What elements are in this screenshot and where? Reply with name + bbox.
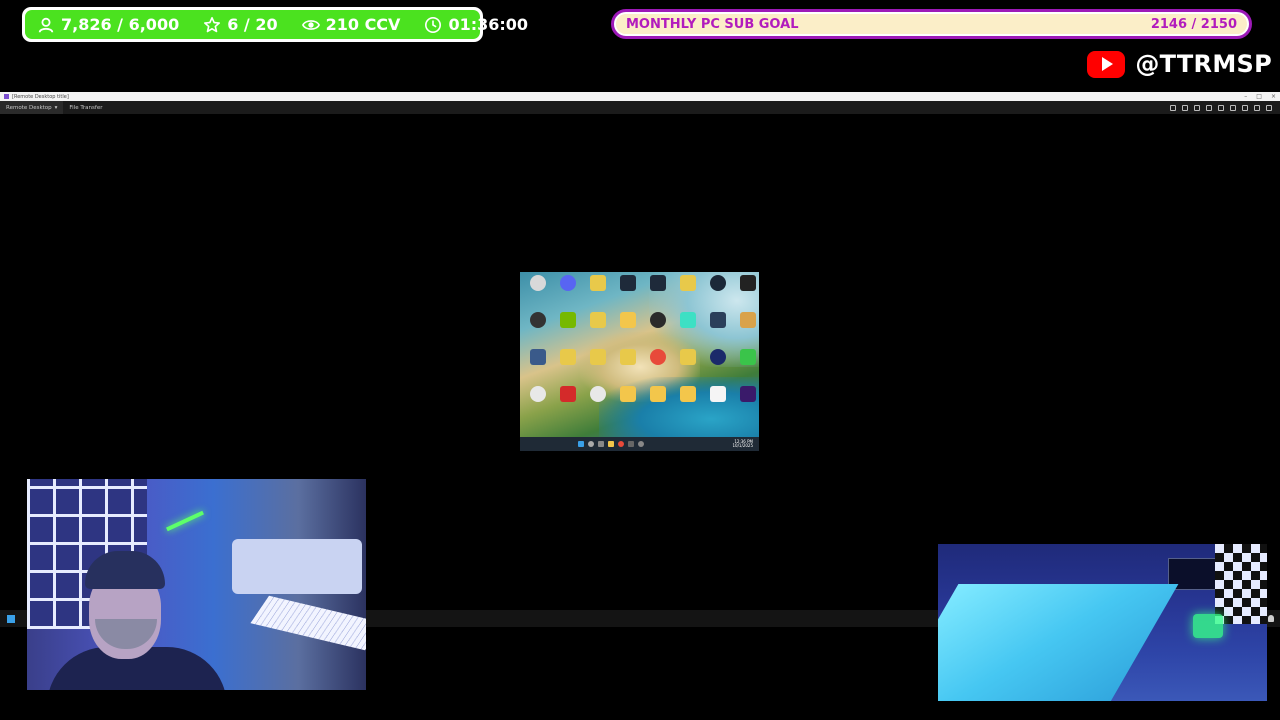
desktop-icon[interactable] <box>643 386 673 423</box>
streamer-webcam <box>27 479 366 690</box>
desktop-icon[interactable] <box>583 349 613 386</box>
app-icon <box>4 94 9 99</box>
more-icon[interactable] <box>1266 104 1272 111</box>
desktop-icon[interactable] <box>733 386 759 423</box>
settings-icon[interactable] <box>1170 104 1176 111</box>
desktop-icon[interactable] <box>613 349 643 386</box>
goal-count: 2146 / 2150 <box>1150 16 1237 32</box>
desktop-icon[interactable] <box>553 386 583 423</box>
youtube-icon <box>1087 50 1126 78</box>
remote-window-titlebar: [Remote Desktop title] – □ × <box>0 92 1280 101</box>
remote-window-title: [Remote Desktop title] <box>12 93 69 100</box>
fullscreen-icon[interactable] <box>1254 104 1260 111</box>
tab-file-transfer[interactable]: File Transfer <box>63 101 108 114</box>
desktop-icon[interactable] <box>703 386 733 423</box>
desktop-icon[interactable] <box>523 312 553 349</box>
youtube-handle-badge: @TTRMSP <box>1087 50 1272 78</box>
viewers-stat: 210 CCV <box>290 10 413 39</box>
app-icon[interactable] <box>628 441 634 447</box>
desktop-icon[interactable] <box>673 275 703 312</box>
clock-icon <box>425 16 442 33</box>
stream-overlay: 7,826 / 6,000 6 / 20 210 CCV 01:36:00 MO… <box>0 0 1280 720</box>
desktop-icon[interactable] <box>703 275 733 312</box>
taskview-icon[interactable] <box>598 441 604 447</box>
desktop-icon[interactable] <box>553 275 583 312</box>
desktop-icon[interactable] <box>673 386 703 423</box>
room-camera <box>938 544 1267 701</box>
desktop-icon[interactable] <box>553 312 583 349</box>
uptime-stat: 01:36:00 <box>412 10 540 39</box>
desktop-icon[interactable] <box>673 349 703 386</box>
subs-count: 6 / 20 <box>227 15 278 34</box>
taskbar-date: 10/1/2025 <box>732 443 753 448</box>
uptime-timer: 01:36:00 <box>448 15 529 34</box>
desktop-icon[interactable] <box>643 312 673 349</box>
start-icon[interactable] <box>578 441 584 447</box>
view-icon[interactable] <box>1182 104 1188 111</box>
desktop-icon[interactable] <box>553 349 583 386</box>
desktop-icon[interactable] <box>613 386 643 423</box>
desktop-icon[interactable] <box>583 386 613 423</box>
desktop-icon[interactable] <box>703 312 733 349</box>
desktop-icon[interactable] <box>523 275 553 312</box>
sub-goal-bar: MONTHLY PC SUB GOAL 2146 / 2150 <box>611 9 1252 39</box>
search-icon[interactable] <box>588 441 594 447</box>
remote-toolbar-actions <box>1170 104 1280 111</box>
chevron-down-icon: ▾ <box>54 104 58 111</box>
chrome-icon[interactable] <box>618 441 624 447</box>
goal-label: MONTHLY PC SUB GOAL <box>626 16 799 32</box>
desktop-icon[interactable] <box>613 312 643 349</box>
desktop-icon[interactable] <box>703 349 733 386</box>
tools-icon[interactable] <box>1194 104 1200 111</box>
desktop-icon[interactable] <box>673 312 703 349</box>
desktop-icon[interactable] <box>583 312 613 349</box>
tab-label: Remote Desktop <box>6 104 52 111</box>
eye-icon <box>301 19 320 30</box>
desktop-icon[interactable] <box>733 275 759 312</box>
desktop-icon[interactable] <box>733 349 759 386</box>
followers-count: 7,826 / 6,000 <box>61 15 180 34</box>
stream-stats-bar: 7,826 / 6,000 6 / 20 210 CCV 01:36:00 <box>22 7 528 42</box>
remote-taskbar: 12:36 PM 10/1/2025 <box>520 437 759 451</box>
folder-icon[interactable] <box>608 441 614 447</box>
followers-stat: 7,826 / 6,000 <box>25 10 191 39</box>
close-icon[interactable]: × <box>1271 93 1276 100</box>
remote-window-toolbar: Remote Desktop ▾ File Transfer <box>0 101 1280 114</box>
desktop-icon[interactable] <box>523 349 553 386</box>
desktop-icon-grid <box>523 275 759 423</box>
tab-label: File Transfer <box>69 104 103 111</box>
star-icon <box>204 16 221 32</box>
keyboard-icon[interactable] <box>1230 104 1236 111</box>
desktop-icon[interactable] <box>613 275 643 312</box>
minimize-icon[interactable]: – <box>1244 93 1247 100</box>
app-icon[interactable] <box>638 441 644 447</box>
windows-icon[interactable] <box>7 615 15 623</box>
maximize-icon[interactable]: □ <box>1256 93 1262 100</box>
youtube-handle: @TTRMSP <box>1135 50 1272 78</box>
subs-stat: 6 / 20 <box>191 10 289 39</box>
record-icon[interactable] <box>1242 104 1248 111</box>
desktop-icon[interactable] <box>523 386 553 423</box>
remote-desktop-screen[interactable]: 12:36 PM 10/1/2025 <box>520 272 759 451</box>
tab-remote-desktop[interactable]: Remote Desktop ▾ <box>0 101 64 114</box>
taskbar-clock[interactable]: 12:36 PM 10/1/2025 <box>732 439 753 449</box>
viewers-count: 210 CCV <box>325 15 401 34</box>
user-icon <box>38 17 54 32</box>
desktop-icon[interactable] <box>733 312 759 349</box>
screen-icon[interactable] <box>1218 104 1224 111</box>
pin-icon[interactable] <box>1268 615 1274 622</box>
chat-icon[interactable] <box>1206 104 1212 111</box>
desktop-icon[interactable] <box>643 275 673 312</box>
desktop-icon[interactable] <box>583 275 613 312</box>
desktop-icon[interactable] <box>643 349 673 386</box>
